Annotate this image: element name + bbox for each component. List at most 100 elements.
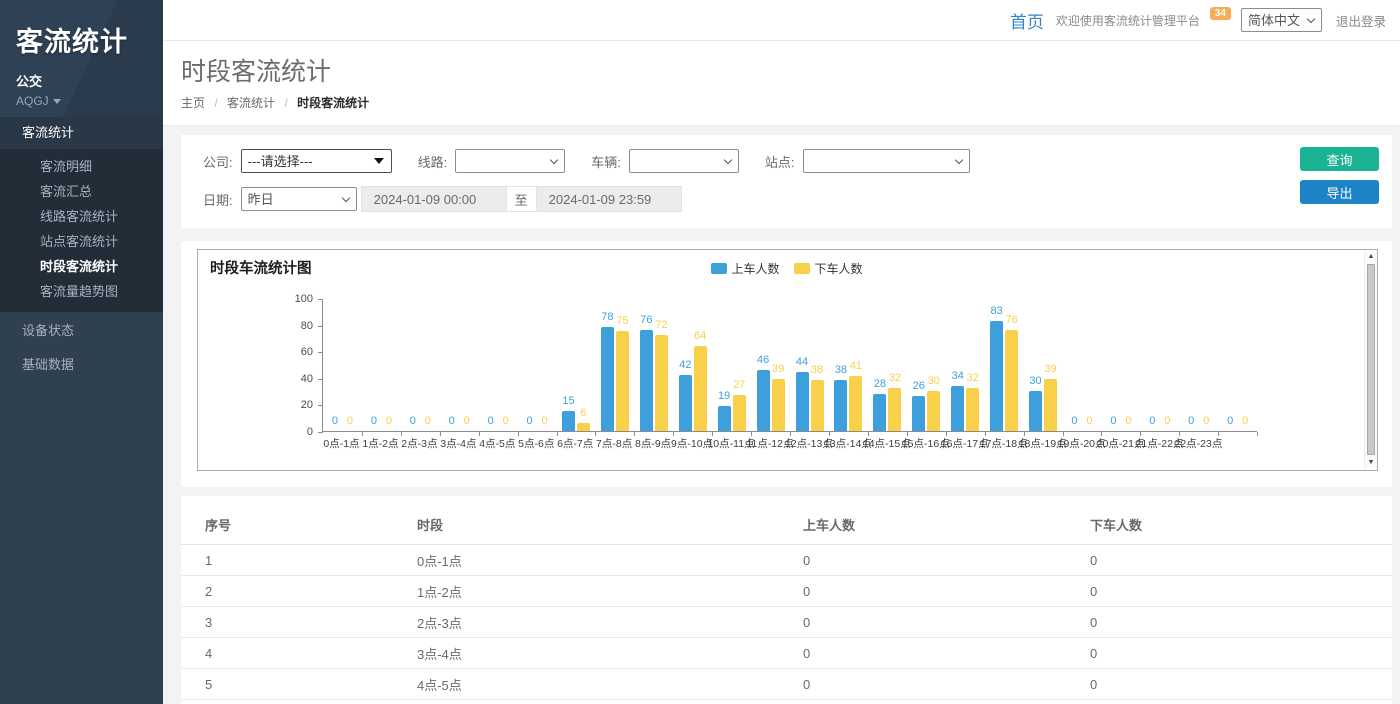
- bar-value-label: 0: [1164, 415, 1170, 427]
- bar-value-label: 41: [850, 360, 862, 372]
- bar-value-label: 0: [347, 415, 353, 427]
- table-cell: 5: [181, 669, 409, 700]
- date-from-input[interactable]: 2024-01-09 00:00: [361, 186, 507, 212]
- table-header-cell: 序号: [181, 504, 409, 545]
- bar-value-label: 83: [991, 305, 1003, 317]
- scroll-down-icon[interactable]: ▼: [1365, 457, 1377, 469]
- table-cell: 0: [1082, 607, 1392, 638]
- x-axis-label: 17点-18点: [984, 436, 1023, 451]
- x-axis-label: 14点-15点: [867, 436, 906, 451]
- bar: 27: [733, 395, 746, 431]
- bar-value-label: 0: [1188, 415, 1194, 427]
- scroll-up-icon[interactable]: ▲: [1365, 251, 1377, 263]
- bar-group: 4264: [673, 299, 712, 431]
- table-cell: 0: [795, 669, 1082, 700]
- table-panel: 序号时段上车人数下车人数 10点-1点0021点-2点0032点-3点0043点…: [181, 496, 1392, 704]
- welcome-text: 欢迎使用客流统计管理平台: [1056, 12, 1200, 29]
- page-heading: 时段客流统计 主页 / 客流统计 / 时段客流统计: [163, 41, 1400, 126]
- company-select[interactable]: ---请选择---: [241, 149, 392, 173]
- y-axis-tick-label: 0: [279, 426, 313, 438]
- bar-group: 8376: [985, 299, 1024, 431]
- logout-link[interactable]: 退出登录: [1336, 11, 1386, 30]
- bar: 83: [990, 321, 1003, 431]
- bar-value-label: 38: [811, 364, 823, 376]
- y-axis-tick-label: 100: [279, 293, 313, 305]
- bar: 76: [1005, 330, 1018, 431]
- org-name: 公交: [16, 71, 163, 90]
- filter-panel: 公司: ---请选择--- 线路: 车辆: 站点:: [181, 135, 1392, 228]
- breadcrumb-section[interactable]: 客流统计: [227, 96, 275, 110]
- bar-value-label: 0: [527, 415, 533, 427]
- home-link[interactable]: 首页: [1010, 8, 1044, 33]
- bar-group: 7672: [634, 299, 673, 431]
- sidebar-item-passenger-stats[interactable]: 客流统计: [0, 117, 163, 149]
- bar-group: 00: [362, 299, 401, 431]
- bar-value-label: 76: [1006, 314, 1018, 326]
- bar-value-label: 30: [1029, 375, 1041, 387]
- bar: 78: [601, 327, 614, 431]
- y-axis-tick: [318, 432, 323, 433]
- date-to-input[interactable]: 2024-01-09 23:59: [536, 186, 682, 212]
- table-cell: 1: [181, 545, 409, 576]
- x-axis-label: 18点-19点: [1023, 436, 1062, 451]
- x-axis-label: 5点-6点: [517, 436, 556, 451]
- bar-value-label: 0: [425, 415, 431, 427]
- language-select[interactable]: 简体中文: [1241, 8, 1322, 32]
- bar: 72: [655, 335, 668, 431]
- sidebar-subitem[interactable]: 时段客流统计: [0, 254, 163, 279]
- table-row: 65点-6点00: [181, 700, 1392, 704]
- date-preset-select[interactable]: 昨日: [241, 187, 357, 211]
- bar-group: 4438: [790, 299, 829, 431]
- sidebar-subitem[interactable]: 客流明细: [0, 154, 163, 179]
- x-axis-label: 20点-21点: [1101, 436, 1140, 451]
- sidebar-subitem[interactable]: 客流汇总: [0, 179, 163, 204]
- search-button[interactable]: 查询: [1300, 147, 1379, 171]
- bar-group: 4639: [751, 299, 790, 431]
- chart-scrollbar[interactable]: ▲ ▼: [1364, 250, 1377, 470]
- bar-value-label: 72: [655, 319, 667, 331]
- table-cell: 0: [1082, 576, 1392, 607]
- bar-group: 2832: [868, 299, 907, 431]
- legend-item[interactable]: 下车人数: [794, 260, 863, 277]
- breadcrumb-home[interactable]: 主页: [181, 96, 205, 110]
- legend-item[interactable]: 上车人数: [710, 260, 779, 277]
- bar-group: 00: [1218, 299, 1257, 431]
- sidebar-submenu: 客流明细客流汇总线路客流统计站点客流统计时段客流统计客流量趋势图: [0, 149, 163, 312]
- bar-value-label: 76: [640, 314, 652, 326]
- date-to-label: 至: [507, 186, 536, 212]
- x-axis-label: 1点-2点: [361, 436, 400, 451]
- bar-value-label: 0: [488, 415, 494, 427]
- notification-badge[interactable]: 34: [1210, 7, 1231, 20]
- sidebar-item-device-status[interactable]: 设备状态: [0, 314, 163, 348]
- sidebar-subitem[interactable]: 客流量趋势图: [0, 279, 163, 304]
- bar: 75: [616, 331, 629, 431]
- date-label: 日期:: [203, 190, 233, 209]
- table-cell: 5点-6点: [409, 700, 795, 704]
- bar: 19: [718, 406, 731, 431]
- station-select[interactable]: [803, 149, 970, 173]
- bar-group: 00: [1140, 299, 1179, 431]
- bar: 30: [927, 391, 940, 431]
- user-dropdown[interactable]: AQGJ: [16, 94, 163, 108]
- table-cell: 0: [1082, 545, 1392, 576]
- bar: 15: [562, 411, 575, 431]
- table-cell: 4: [181, 638, 409, 669]
- breadcrumb-separator: /: [284, 96, 287, 110]
- table-cell: 0: [795, 545, 1082, 576]
- scrollbar-thumb[interactable]: [1367, 264, 1375, 455]
- bar-group: 1927: [712, 299, 751, 431]
- user-name: AQGJ: [16, 94, 49, 108]
- export-button[interactable]: 导出: [1300, 180, 1379, 204]
- bar: 30: [1029, 391, 1042, 431]
- breadcrumb-separator: /: [214, 96, 217, 110]
- app-logo: 客流统计: [16, 20, 163, 59]
- vehicle-select[interactable]: [629, 149, 739, 173]
- line-select[interactable]: [455, 149, 565, 173]
- sidebar-subitem[interactable]: 线路客流统计: [0, 204, 163, 229]
- bar-group: 156: [557, 299, 596, 431]
- x-axis-label: 6点-7点: [556, 436, 595, 451]
- sidebar-item-base-data[interactable]: 基础数据: [0, 348, 163, 382]
- bar-value-label: 0: [371, 415, 377, 427]
- sidebar-subitem[interactable]: 站点客流统计: [0, 229, 163, 254]
- bar-value-label: 32: [889, 372, 901, 384]
